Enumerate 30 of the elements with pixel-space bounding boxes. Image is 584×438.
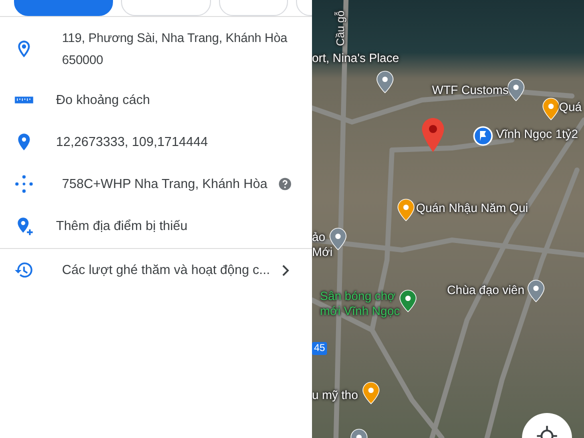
map-label[interactable]: WTF Customs <box>432 83 509 98</box>
map-pin-icon[interactable] <box>507 78 525 102</box>
chevron-right-icon <box>281 264 290 276</box>
flag-pin-icon[interactable] <box>473 126 493 146</box>
map-label[interactable]: Vĩnh Ngọc 1tỷ2 <box>496 127 578 142</box>
visits-activity-item[interactable]: Các lượt ghé thăm và hoạt động c... <box>0 249 312 291</box>
history-icon <box>14 260 34 280</box>
plus-code-icon <box>14 174 34 194</box>
map-label[interactable]: Quá <box>559 100 582 115</box>
info-text: Thêm địa điểm bị thiếu <box>56 217 189 235</box>
satellite-map[interactable]: Cầu gỗ ort, Nina's Place WTF Customs Quá Vĩnh Ngọc 1tỷ2 Quán Nhậu Năm Qui ảo Mới Sân bóng chợ mới Vĩnh Ngọc Chùa đạo viên 45 u mỹ tho <box>312 0 584 438</box>
map-pin-icon[interactable] <box>399 289 417 313</box>
map-label[interactable]: Cầu gỗ <box>334 10 349 46</box>
map-pin-icon[interactable] <box>376 70 394 94</box>
restaurant-pin-icon[interactable] <box>542 97 560 121</box>
restaurant-pin-icon[interactable] <box>362 381 380 405</box>
map-label[interactable]: Chùa đạo viên <box>447 283 524 298</box>
map-label[interactable]: ort, Nina's Place <box>312 51 399 66</box>
ruler-icon <box>14 94 34 106</box>
restaurant-pin-icon[interactable] <box>397 198 415 222</box>
map-label[interactable]: ảo Mới <box>312 230 333 260</box>
info-text: 12,2673333, 109,1714444 <box>56 133 209 151</box>
info-text: Đo khoảng cách <box>56 91 151 109</box>
selected-location-pin-icon <box>421 117 445 153</box>
map-label[interactable]: 45 <box>312 342 328 355</box>
map-label[interactable]: u mỹ tho <box>312 388 358 403</box>
help-icon[interactable] <box>278 177 292 191</box>
map-label[interactable]: Quán Nhậu Năm Qui <box>416 201 528 216</box>
info-text: 758C+WHP Nha Trang, Khánh Hòa <box>61 175 268 193</box>
info-text: 119, Phương Sài, Nha Trang, Khánh Hòa 650000 <box>61 30 288 69</box>
